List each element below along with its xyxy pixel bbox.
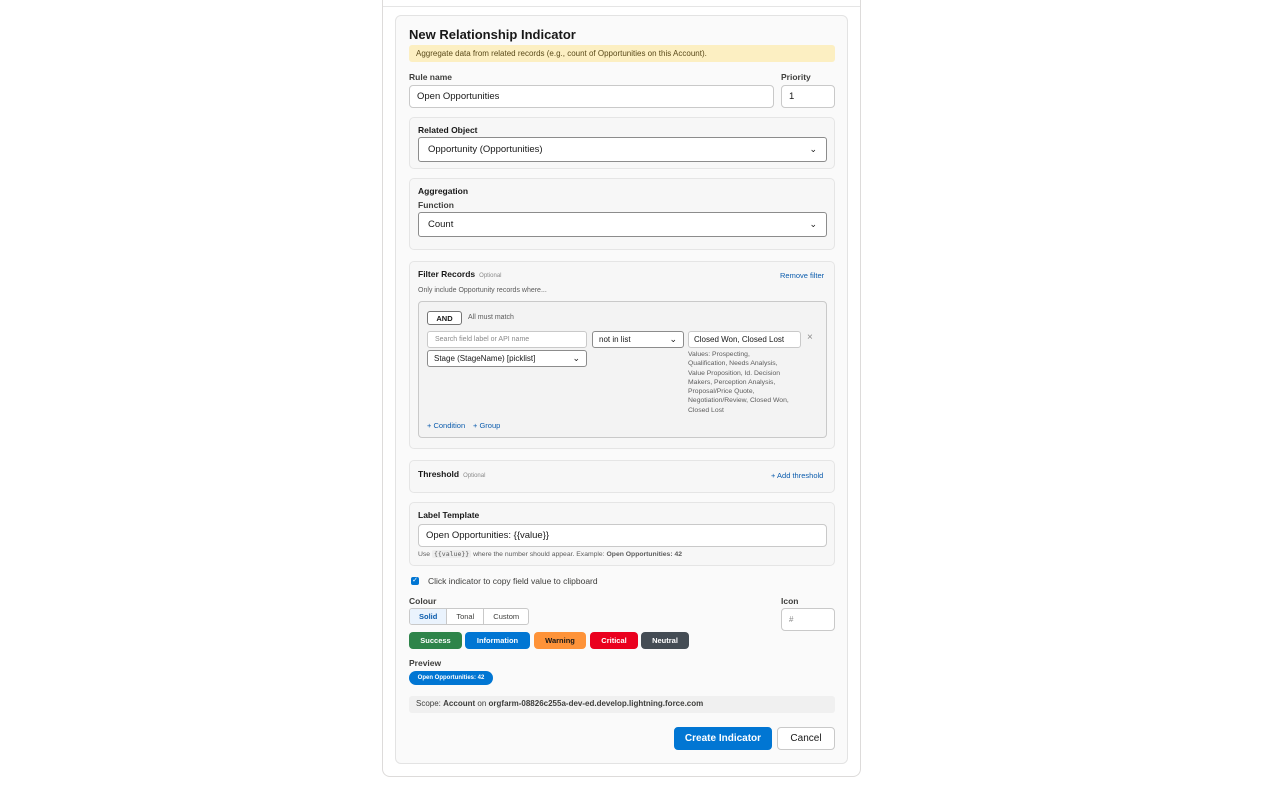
priority-input[interactable]: 1 — [781, 85, 835, 108]
filter-description: Only include Opportunity records where..… — [418, 287, 547, 294]
value-input-text: Closed Won, Closed Lost — [694, 335, 785, 344]
copy-checkbox[interactable]: ✓ — [411, 577, 419, 585]
label-template-value: Open Opportunities: {{value}} — [426, 530, 550, 541]
function-select[interactable]: Count ⌄ — [418, 212, 827, 237]
related-object-select[interactable]: Opportunity (Opportunities) ⌄ — [418, 137, 827, 162]
colour-mode-custom[interactable]: Custom — [484, 609, 528, 624]
values-line: Qualification, Needs Analysis, — [688, 360, 778, 368]
filter-section: Filter Records Optional Remove filter Onl… — [409, 261, 835, 449]
picklist-values-hint: Values: Prospecting, Qualification, Need… — [688, 350, 806, 415]
threshold-title: Threshold Optional — [418, 469, 485, 479]
swatch-warning[interactable]: Warning — [534, 632, 586, 649]
label-template-help: Use {{value}} where the number should ap… — [418, 550, 682, 558]
operator-value: not in list — [599, 335, 631, 344]
add-threshold-link[interactable]: + Add threshold — [771, 471, 823, 480]
swatch-information[interactable]: Information — [465, 632, 530, 649]
values-line: Values: Prospecting, — [688, 351, 750, 358]
colour-mode-toggle: Solid Tonal Custom — [409, 608, 530, 625]
priority-label: Priority — [781, 72, 811, 82]
rule-name-input[interactable]: Open Opportunities — [409, 85, 774, 108]
values-line: Closed Lost — [688, 406, 724, 414]
help-code: {{value}} — [431, 550, 472, 558]
values-line: Makers, Perception Analysis, — [688, 378, 776, 386]
form-title: New Relationship Indicator — [409, 27, 576, 42]
field-search-input[interactable]: Search field label or API name — [427, 331, 587, 348]
colour-mode-solid[interactable]: Solid — [410, 609, 448, 624]
threshold-section: Threshold Optional + Add threshold — [409, 460, 835, 493]
indicator-form: New Relationship Indicator Aggregate dat… — [395, 15, 848, 764]
logic-hint: All must match — [468, 314, 514, 321]
threshold-title-text: Threshold — [418, 469, 460, 479]
optional-badge: Optional — [479, 273, 502, 279]
colour-mode-tonal[interactable]: Tonal — [447, 609, 485, 624]
field-select-value: Stage (StageName) [picklist] — [434, 354, 536, 363]
aggregation-title: Aggregation — [418, 186, 469, 196]
copy-checkbox-label: Click indicator to copy field value to c… — [428, 576, 598, 586]
icon-input[interactable]: # — [781, 608, 835, 631]
info-banner: Aggregate data from related records (e.g… — [409, 45, 835, 62]
field-search-placeholder: Search field label or API name — [435, 336, 530, 343]
chevron-down-icon: ⌄ — [572, 353, 580, 363]
logic-toggle-button[interactable]: AND — [427, 311, 462, 325]
function-value: Count — [428, 219, 454, 230]
help-example: Open Opportunities: 42 — [606, 551, 683, 558]
help-text: Use — [418, 551, 431, 558]
close-icon[interactable]: × — [807, 332, 813, 343]
help-text: where the number should appear. Example: — [473, 551, 605, 558]
related-object-value: Opportunity (Opportunities) — [428, 144, 543, 155]
related-object-section: Related Object Opportunity (Opportunitie… — [409, 117, 835, 169]
swatch-neutral[interactable]: Neutral — [641, 632, 689, 649]
aggregation-section: Aggregation Function Count ⌄ — [409, 178, 835, 250]
chevron-down-icon: ⌄ — [809, 144, 817, 154]
icon-label: Icon — [781, 596, 799, 606]
scope-prefix: Scope: — [416, 699, 441, 708]
value-input[interactable]: Closed Won, Closed Lost — [688, 331, 801, 348]
rule-name-label: Rule name — [409, 72, 452, 82]
function-label: Function — [418, 200, 454, 210]
swatch-success[interactable]: Success — [409, 632, 462, 649]
preview-pill[interactable]: Open Opportunities: 42 — [409, 671, 493, 685]
scope-org: orgfarm-08826c255a-dev-ed.develop.lightn… — [488, 699, 704, 708]
label-template-input[interactable]: Open Opportunities: {{value}} — [418, 524, 827, 547]
field-select[interactable]: Stage (StageName) [picklist] ⌄ — [427, 350, 587, 367]
colour-label: Colour — [409, 596, 437, 606]
scope-on: on — [477, 699, 487, 708]
label-template-title: Label Template — [418, 510, 480, 520]
label-template-section: Label Template Open Opportunities: {{val… — [409, 502, 835, 566]
modal-container: New Relationship Indicator Aggregate dat… — [382, 0, 861, 777]
values-line: Proposal/Price Quote, — [688, 388, 755, 396]
add-condition-link[interactable]: + Condition — [427, 421, 465, 430]
swatch-critical[interactable]: Critical — [590, 632, 638, 649]
cancel-button[interactable]: Cancel — [777, 727, 835, 750]
scope-object: Account — [443, 699, 476, 708]
add-group-link[interactable]: + Group — [473, 421, 500, 430]
chevron-down-icon: ⌄ — [809, 219, 817, 229]
preview-label: Preview — [409, 658, 442, 668]
remove-filter-link[interactable]: Remove filter — [780, 271, 824, 280]
icon-placeholder: # — [789, 615, 794, 624]
filter-group: AND All must match Search field label or… — [418, 301, 827, 438]
values-line: Negotiation/Review, Closed Won, — [688, 397, 789, 405]
filter-title-text: Filter Records — [418, 269, 476, 279]
optional-badge: Optional — [463, 473, 486, 479]
scope-bar: Scope: Account on orgfarm-08826c255a-dev… — [409, 696, 835, 713]
related-object-title: Related Object — [418, 125, 478, 135]
rule-name-value: Open Opportunities — [417, 91, 500, 102]
priority-value: 1 — [789, 91, 795, 102]
divider — [383, 6, 860, 7]
filter-title: Filter Records Optional — [418, 269, 502, 279]
operator-select[interactable]: not in list ⌄ — [592, 331, 684, 348]
values-line: Value Proposition, Id. Decision — [688, 369, 781, 377]
chevron-down-icon: ⌄ — [669, 334, 677, 344]
create-indicator-button[interactable]: Create Indicator — [674, 727, 772, 750]
